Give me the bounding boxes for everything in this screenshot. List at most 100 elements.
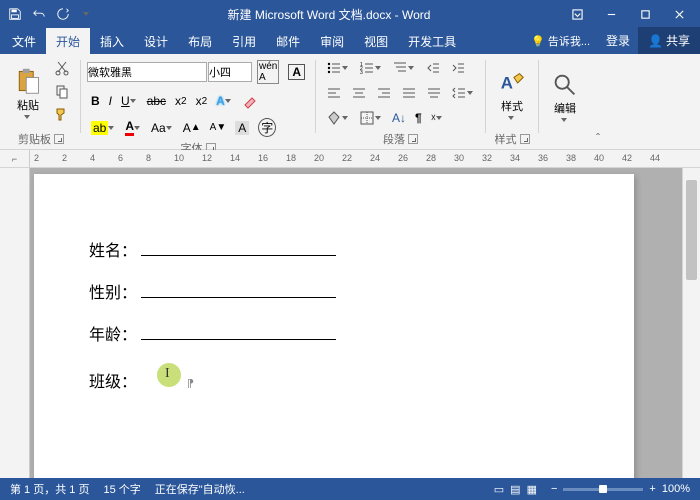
bullets-icon[interactable] <box>322 57 354 79</box>
qat-dropdown-icon[interactable] <box>76 3 98 25</box>
undo-icon[interactable] <box>28 3 50 25</box>
tab-6[interactable]: 审阅 <box>310 28 354 54</box>
font-color-icon[interactable]: A <box>121 116 146 139</box>
grow-font-icon[interactable]: A▲ <box>179 118 205 138</box>
enclose-char-icon[interactable]: 字 <box>254 115 280 140</box>
tab-5[interactable]: 邮件 <box>266 28 310 54</box>
form-field[interactable]: 姓名： <box>89 237 579 261</box>
status-page[interactable]: 第 1 页，共 1 页 <box>10 481 89 497</box>
minimize-icon[interactable] <box>594 0 628 28</box>
shading-icon[interactable] <box>322 107 354 129</box>
tab-7[interactable]: 视图 <box>354 28 398 54</box>
field-underline[interactable] <box>141 282 336 298</box>
ribbon-options-icon[interactable] <box>560 0 594 28</box>
redo-icon[interactable] <box>52 3 74 25</box>
maximize-icon[interactable] <box>628 0 662 28</box>
page[interactable]: 姓名： 性别： 年龄： 班级：⁋ <box>34 174 634 478</box>
cut-icon[interactable] <box>50 57 74 79</box>
form-field[interactable]: 性别： <box>89 279 579 303</box>
align-right-icon[interactable] <box>372 82 396 104</box>
subscript-button[interactable]: x2 <box>171 91 191 111</box>
view-read-icon[interactable]: ▭ <box>494 483 504 496</box>
form-field[interactable]: 年龄： <box>89 321 579 345</box>
svg-text:3: 3 <box>360 70 363 76</box>
bold-button[interactable]: B <box>87 91 104 111</box>
editing-button[interactable]: 编辑 <box>545 57 585 135</box>
tab-2[interactable]: 设计 <box>134 28 178 54</box>
styles-button[interactable]: A 样式 <box>492 57 532 131</box>
dialog-launcher-icon[interactable] <box>408 134 418 144</box>
clear-format-icon[interactable] <box>238 90 262 112</box>
group-font: wénA A B I U abc x2 x2 A ab A Aa A▲ A▼ A… <box>83 57 313 149</box>
share-button[interactable]: 👤共享 <box>638 27 700 54</box>
field-label: 姓名： <box>89 237 137 261</box>
italic-button[interactable]: I <box>105 91 116 111</box>
borders-icon[interactable] <box>355 107 387 129</box>
copy-icon[interactable] <box>50 80 74 102</box>
shrink-font-icon[interactable]: A▼ <box>206 119 231 136</box>
tab-0[interactable]: 开始 <box>46 28 90 54</box>
indent-left-icon[interactable] <box>421 57 445 79</box>
collapse-ribbon-icon[interactable]: ˆ <box>589 131 607 149</box>
superscript-button[interactable]: x2 <box>192 91 212 111</box>
field-label: 班级： <box>89 368 137 392</box>
show-marks-icon[interactable]: ¶ <box>411 108 426 128</box>
scrollbar-thumb[interactable] <box>686 180 697 280</box>
window-title: 新建 Microsoft Word 文档.docx - Word <box>98 6 560 23</box>
align-left-icon[interactable] <box>322 82 346 104</box>
zoom-out-icon[interactable]: − <box>551 483 557 495</box>
tab-file[interactable]: 文件 <box>2 28 46 54</box>
view-print-icon[interactable]: ▤ <box>510 483 520 496</box>
horizontal-ruler[interactable]: ⌐ 22468101214161820222426283032343638404… <box>0 150 700 168</box>
tab-8[interactable]: 开发工具 <box>398 28 466 54</box>
paste-button[interactable]: 粘贴 <box>8 57 48 131</box>
tab-4[interactable]: 引用 <box>222 28 266 54</box>
close-icon[interactable] <box>662 0 696 28</box>
justify-icon[interactable] <box>397 82 421 104</box>
align-center-icon[interactable] <box>347 82 371 104</box>
form-field[interactable]: 班级：⁋ <box>89 363 579 392</box>
underline-button[interactable]: U <box>117 91 142 111</box>
field-underline[interactable] <box>141 324 336 340</box>
dialog-launcher-icon[interactable] <box>520 134 530 144</box>
strike-button[interactable]: abc <box>143 91 170 111</box>
login-button[interactable]: 登录 <box>598 27 638 54</box>
highlight-icon[interactable]: ab <box>87 118 120 138</box>
text-effects-icon[interactable]: A <box>212 91 237 111</box>
tab-3[interactable]: 布局 <box>178 28 222 54</box>
dialog-launcher-icon[interactable] <box>54 134 64 144</box>
group-clipboard: 粘贴 剪贴板 <box>4 57 78 149</box>
font-size-combo[interactable] <box>208 62 252 82</box>
indent-right-icon[interactable] <box>446 57 470 79</box>
distribute-icon[interactable] <box>422 82 446 104</box>
change-case-icon[interactable]: Aa <box>147 118 178 138</box>
asian-layout-icon[interactable]: ☓ <box>427 110 448 127</box>
line-spacing-icon[interactable] <box>447 82 479 104</box>
chevron-down-icon <box>24 113 32 121</box>
tell-me[interactable]: 💡告诉我... <box>523 28 598 54</box>
zoom-slider[interactable] <box>563 488 643 491</box>
multilevel-icon[interactable] <box>388 57 420 79</box>
zoom-level[interactable]: 100% <box>662 483 690 495</box>
status-saving: 正在保存"自动恢... <box>155 481 245 497</box>
svg-text:A: A <box>501 74 513 93</box>
document-area[interactable]: 姓名： 性别： 年龄： 班级：⁋ <box>30 168 682 478</box>
field-underline[interactable] <box>141 240 336 256</box>
field-label: 年龄： <box>89 321 137 345</box>
char-border-icon[interactable]: A <box>284 61 309 83</box>
view-web-icon[interactable]: ▦ <box>527 483 537 496</box>
zoom-in-icon[interactable]: + <box>649 483 655 495</box>
vertical-scrollbar[interactable] <box>682 168 700 478</box>
save-icon[interactable] <box>4 3 26 25</box>
numbering-icon[interactable]: 123 <box>355 57 387 79</box>
tab-1[interactable]: 插入 <box>90 28 134 54</box>
format-painter-icon[interactable] <box>50 103 74 125</box>
text-cursor-icon <box>157 363 181 387</box>
vertical-ruler[interactable] <box>0 168 30 478</box>
phonetic-guide-icon[interactable]: wénA <box>253 57 283 87</box>
sort-icon[interactable]: A↓ <box>388 108 410 128</box>
status-words[interactable]: 15 个字 <box>103 481 140 497</box>
group-editing: 编辑 <box>541 57 589 149</box>
char-shading-icon[interactable]: A <box>231 118 253 138</box>
font-name-combo[interactable] <box>87 62 207 82</box>
